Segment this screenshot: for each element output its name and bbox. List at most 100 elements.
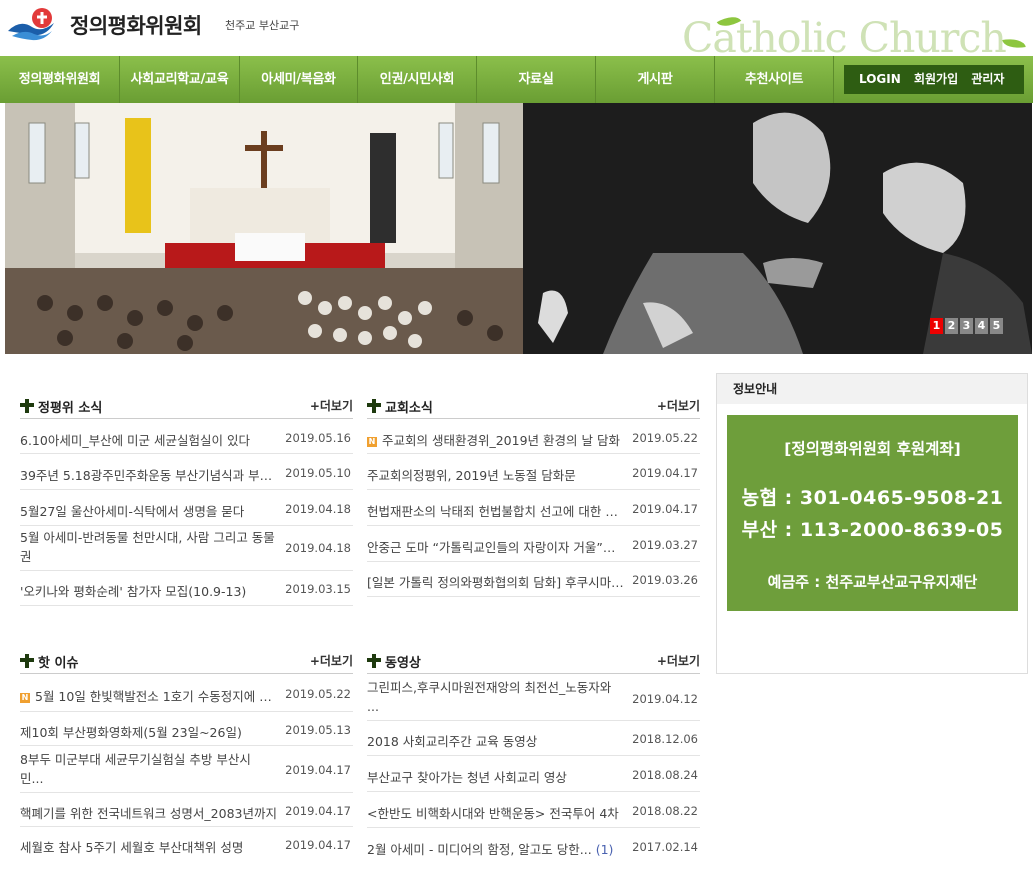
item-title[interactable]: 8부두 미군부대 세균무기실험실 추방 부산시민...: [20, 750, 270, 788]
list-item[interactable]: N 5월 10일 한빛핵발전소 1호기 수동정지에 대한 성명 2019.05.2…: [20, 674, 353, 712]
item-title[interactable]: '오키나와 평화순례' 참가자 모집(10.9-13): [20, 581, 278, 600]
nav-item-justice-committee[interactable]: 정의평화위원회: [0, 56, 120, 103]
item-date: 2019.04.17: [632, 466, 698, 480]
list-item[interactable]: 8부두 미군부대 세균무기실험실 추방 부산시민... 2019.04.17: [20, 746, 353, 793]
nav-item-asemi[interactable]: 아세미/복음화: [240, 56, 358, 103]
list-item[interactable]: 6.10아세미_부산에 미군 세균실험실이 있다 2019.05.16: [20, 419, 353, 454]
donation-box: [정의평화위원회 후원계좌] 농협 : 301-0465-9508-21 부산 …: [727, 415, 1018, 611]
new-badge-icon: N: [367, 437, 377, 447]
item-title[interactable]: 39주년 5.18광주민주화운동 부산기념식과 부산 5.18 추모제: [20, 465, 278, 484]
site-title[interactable]: 정의평화위원회: [70, 10, 202, 40]
item-date: 2019.05.13: [285, 723, 351, 737]
church-news-section: 교회소식 +더보기 N 주교회의 생태환경위_2019년 환경의 날 담화 201…: [367, 391, 700, 597]
item-title[interactable]: <한반도 비핵화시대와 반핵운동> 전국투어 4차: [367, 803, 625, 822]
item-date: 2018.08.22: [632, 804, 698, 818]
more-link[interactable]: +더보기: [310, 652, 353, 669]
item-date: 2018.08.24: [632, 768, 698, 782]
account-owner: 예금주 : 천주교부산교구유지재단: [767, 573, 978, 591]
slide-dot-1[interactable]: 1: [930, 318, 943, 334]
info-title: 정보안내: [717, 374, 1027, 404]
item-title[interactable]: 주교회의정평위, 2019년 노동절 담화문: [367, 465, 625, 484]
section-title: 교회소식: [385, 401, 433, 416]
list-item[interactable]: 헌법재판소의 낙태죄 헌법불합치 선고에 대한 주교회의 입장 2019.04.…: [367, 490, 700, 526]
hot-issues-section: 핫 이슈 +더보기 N 5월 10일 한빛핵발전소 1호기 수동정지에 대한 성명…: [20, 646, 353, 862]
item-date: 2019.04.18: [285, 541, 351, 555]
cross-icon: [20, 399, 34, 413]
slide-dot-2[interactable]: 2: [945, 318, 958, 334]
main-nav: 정의평화위원회 사회교리학교/교육 아세미/복음화 인권/시민사회 자료실 게시…: [0, 56, 1033, 103]
nav-item-social-doctrine[interactable]: 사회교리학교/교육: [120, 56, 240, 103]
nav-item-links[interactable]: 추천사이트: [715, 56, 834, 103]
list-item[interactable]: 부산교구 찾아가는 청년 사회교리 영상 2018.08.24: [367, 756, 700, 792]
list-item[interactable]: 그린피스,후쿠시마원전재앙의 최전선_노동자와 ... 2019.04.12: [367, 674, 700, 721]
list-item[interactable]: <한반도 비핵화시대와 반핵운동> 전국투어 4차 2018.08.22: [367, 792, 700, 828]
item-title[interactable]: 그린피스,후쿠시마원전재앙의 최전선_노동자와 ...: [367, 678, 625, 716]
list-item[interactable]: 안중근 도마 “가톨릭교인들의 자랑이자 거울”이다 2019.03.27: [367, 526, 700, 562]
slide-dot-4[interactable]: 4: [975, 318, 988, 334]
info-panel: 정보안내 [정의평화위원회 후원계좌] 농협 : 301-0465-9508-2…: [716, 373, 1028, 674]
item-title[interactable]: 세월호 참사 5주기 세월호 부산대책위 성명: [20, 837, 278, 856]
section-title: 정평위 소식: [38, 401, 103, 416]
item-title[interactable]: 2018 사회교리주간 교육 동영상: [367, 731, 625, 750]
account-bar: LOGIN 회원가입 관리자: [844, 65, 1024, 94]
list-item[interactable]: 제10회 부산평화영화제(5월 23일~26일) 2019.05.13: [20, 712, 353, 746]
videos-section: 동영상 +더보기 그린피스,후쿠시마원전재앙의 최전선_노동자와 ... 201…: [367, 646, 700, 864]
slide-pagination: 1 2 3 4 5: [930, 318, 1003, 334]
list-item[interactable]: '오키나와 평화순례' 참가자 모집(10.9-13) 2019.03.15: [20, 571, 353, 606]
section-header: 핫 이슈 +더보기: [20, 646, 353, 674]
list-item[interactable]: 2018 사회교리주간 교육 동영상 2018.12.06: [367, 721, 700, 756]
item-date: 2019.05.10: [285, 466, 351, 480]
header: 정의평화위원회 천주교 부산교구 Catholic Church: [0, 0, 1033, 62]
list-item[interactable]: 주교회의정평위, 2019년 노동절 담화문 2019.04.17: [367, 454, 700, 490]
item-title[interactable]: 5월 아세미-반려동물 천만시대, 사람 그리고 동물권: [20, 528, 278, 566]
section-header: 정평위 소식 +더보기: [20, 391, 353, 419]
list-item[interactable]: 5월 아세미-반려동물 천만시대, 사람 그리고 동물권 2019.04.18: [20, 526, 353, 571]
list-item[interactable]: 세월호 참사 5주기 세월호 부산대책위 성명 2019.04.17: [20, 827, 353, 862]
item-date: 2018.12.06: [632, 732, 698, 746]
list-item[interactable]: N 주교회의 생태환경위_2019년 환경의 날 담화 2019.05.22: [367, 419, 700, 454]
item-title[interactable]: 안중근 도마 “가톨릭교인들의 자랑이자 거울”이다: [367, 537, 625, 556]
item-title[interactable]: 핵폐기를 위한 전국네트워크 성명서_2083년까지: [20, 803, 278, 822]
item-title[interactable]: [일본 가톨릭 정의와평화협의회 담화] 후쿠시마 원전 사고: [367, 572, 625, 591]
list-item[interactable]: 5월27일 울산아세미-식탁에서 생명을 묻다 2019.04.18: [20, 490, 353, 526]
hero-banner[interactable]: 1 2 3 4 5: [5, 103, 1032, 354]
item-date: 2019.04.17: [285, 804, 351, 818]
nav-item-human-rights[interactable]: 인권/시민사회: [358, 56, 477, 103]
section-header: 동영상 +더보기: [367, 646, 700, 674]
list-item[interactable]: 39주년 5.18광주민주화운동 부산기념식과 부산 5.18 추모제 2019…: [20, 454, 353, 490]
nav-item-board[interactable]: 게시판: [596, 56, 715, 103]
cross-icon: [367, 654, 381, 668]
item-date: 2019.03.15: [285, 582, 351, 596]
item-date: 2019.04.17: [285, 838, 351, 852]
veiled-women-photo: [523, 103, 1032, 354]
item-date: 2019.04.12: [632, 692, 698, 706]
item-title[interactable]: N 주교회의 생태환경위_2019년 환경의 날 담화: [367, 430, 625, 449]
item-title[interactable]: 5월27일 울산아세미-식탁에서 생명을 묻다: [20, 501, 278, 520]
more-link[interactable]: +더보기: [657, 652, 700, 669]
nav-item-archive[interactable]: 자료실: [477, 56, 596, 103]
item-title[interactable]: N 5월 10일 한빛핵발전소 1호기 수동정지에 대한 성명: [20, 686, 278, 705]
account-busan: 부산 : 113-2000-8639-05: [741, 519, 1004, 541]
list-item[interactable]: 2월 아세미 - 미디어의 함정, 알고도 당한... (1) 2017.02.…: [367, 828, 700, 864]
logo-icon[interactable]: [6, 5, 56, 43]
more-link[interactable]: +더보기: [657, 397, 700, 414]
item-title-text: 2월 아세미 - 미디어의 함정, 알고도 당한...: [367, 842, 592, 857]
list-item[interactable]: [일본 가톨릭 정의와평화협의회 담화] 후쿠시마 원전 사고 2019.03.…: [367, 562, 700, 597]
more-link[interactable]: +더보기: [310, 397, 353, 414]
item-title[interactable]: 부산교구 찾아가는 청년 사회교리 영상: [367, 767, 625, 786]
login-link[interactable]: LOGIN: [859, 72, 901, 86]
item-date: 2019.04.17: [632, 502, 698, 516]
item-title[interactable]: 2월 아세미 - 미디어의 함정, 알고도 당한... (1): [367, 839, 625, 858]
church-mass-photo: [5, 103, 523, 354]
admin-link[interactable]: 관리자: [971, 72, 1004, 86]
item-title[interactable]: 제10회 부산평화영화제(5월 23일~26일): [20, 722, 278, 741]
item-title-text: 5월 10일 한빛핵발전소 1호기 수동정지에 대한 성명: [35, 689, 278, 704]
item-title-text: 주교회의 생태환경위_2019년 환경의 날 담화: [382, 433, 620, 448]
slide-dot-5[interactable]: 5: [990, 318, 1003, 334]
signup-link[interactable]: 회원가입: [914, 72, 958, 86]
list-item[interactable]: 핵폐기를 위한 전국네트워크 성명서_2083년까지 2019.04.17: [20, 793, 353, 827]
item-title[interactable]: 헌법재판소의 낙태죄 헌법불합치 선고에 대한 주교회의 입장: [367, 501, 625, 520]
item-title[interactable]: 6.10아세미_부산에 미군 세균실험실이 있다: [20, 430, 278, 449]
slide-dot-3[interactable]: 3: [960, 318, 973, 334]
item-date: 2019.04.17: [285, 763, 351, 777]
